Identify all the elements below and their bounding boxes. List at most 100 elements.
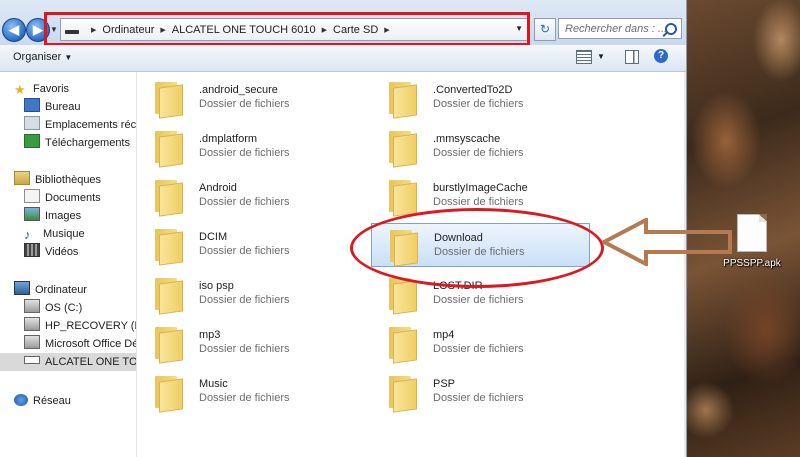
- folder-icon: [155, 229, 183, 266]
- folder-type: Dossier de fichiers: [199, 147, 290, 159]
- sidebar-label: Documents: [45, 192, 101, 204]
- sidebar-group-favorites[interactable]: ★ Favoris: [14, 80, 69, 98]
- sidebar-label: Images: [45, 210, 82, 222]
- folder-type: Dossier de fichiers: [199, 392, 290, 404]
- folder-item[interactable]: DCIM Dossier de fichiers: [137, 223, 353, 267]
- sidebar-item-documents[interactable]: Documents: [24, 189, 101, 207]
- folder-icon: [389, 180, 417, 217]
- folder-icon: [155, 131, 183, 168]
- drive-icon: [24, 299, 40, 313]
- folder-name: .android_secure: [199, 84, 278, 96]
- folder-icon: [389, 376, 417, 413]
- folder-icon: [155, 327, 183, 364]
- sidebar-item-drive-d[interactable]: HP_RECOVERY (D:): [24, 317, 136, 335]
- folder-item[interactable]: iso psp Dossier de fichiers: [137, 272, 353, 316]
- folder-icon: [155, 180, 183, 217]
- drive-icon: [24, 335, 40, 349]
- desktop-file-label: PPSSPP.apk: [723, 258, 781, 269]
- view-dropdown-icon[interactable]: ▼: [597, 52, 605, 61]
- sidebar-label: Bibliothèques: [35, 174, 102, 186]
- folder-icon: [155, 82, 183, 119]
- view-options-icon[interactable]: [576, 50, 592, 64]
- sidebar-item-office[interactable]: Microsoft Office Démarrer: [24, 335, 137, 353]
- folder-name: Android: [199, 182, 237, 194]
- folder-icon: [389, 131, 417, 168]
- folder-item[interactable]: .mmsyscache Dossier de fichiers: [371, 125, 590, 169]
- folder-item[interactable]: .ConvertedTo2D Dossier de fichiers: [371, 76, 590, 120]
- back-button[interactable]: ◀: [2, 18, 26, 42]
- sidebar-label: Emplacements récents: [45, 119, 137, 131]
- desktop-file-apk[interactable]: PPSSPP.apk: [722, 214, 782, 269]
- folder-item[interactable]: mp4 Dossier de fichiers: [371, 321, 590, 365]
- sidebar-group-libraries[interactable]: Bibliothèques: [14, 171, 101, 189]
- chevron-down-icon: ▼: [64, 53, 73, 62]
- preview-pane-icon[interactable]: [625, 50, 639, 64]
- star-icon: ★: [14, 82, 26, 97]
- folder-type: Dossier de fichiers: [199, 98, 290, 110]
- download-highlight-annotation: [350, 208, 604, 288]
- sidebar-label: Favoris: [33, 83, 70, 95]
- folder-icon: [155, 278, 183, 315]
- folder-type: Dossier de fichiers: [433, 196, 524, 208]
- folder-icon: [389, 278, 417, 315]
- library-icon: [14, 171, 30, 185]
- folder-name: PSP: [433, 378, 456, 390]
- sidebar-item-images[interactable]: Images: [24, 207, 81, 225]
- address-highlight-annotation: [44, 12, 530, 46]
- help-icon[interactable]: ?: [654, 49, 668, 63]
- folder-type: Dossier de fichiers: [199, 343, 290, 355]
- navigation-pane: ★ Favoris Bureau Emplacements récents Tél…: [0, 72, 137, 457]
- removable-device-icon: [24, 356, 40, 364]
- folder-item[interactable]: Music Dossier de fichiers: [137, 370, 353, 414]
- sidebar-item-recent[interactable]: Emplacements récents: [24, 116, 137, 134]
- sidebar-item-music[interactable]: ♪ Musique: [24, 225, 85, 243]
- folder-item[interactable]: mp3 Dossier de fichiers: [137, 321, 353, 365]
- sidebar-label: Vidéos: [45, 246, 79, 258]
- folder-name: Music: [199, 378, 228, 390]
- download-icon: [24, 134, 40, 148]
- sidebar-label: HP_RECOVERY (D:): [45, 320, 136, 332]
- sidebar-label: OS (C:): [45, 302, 83, 314]
- music-note-icon: ♪: [24, 227, 31, 242]
- folder-name: .ConvertedTo2D: [433, 84, 513, 96]
- search-icon[interactable]: [665, 23, 677, 35]
- computer-icon: [14, 281, 30, 295]
- file-icon: [737, 214, 767, 252]
- refresh-button[interactable]: ↻: [534, 18, 556, 41]
- sidebar-group-network[interactable]: Réseau: [14, 392, 71, 410]
- folder-name: .dmplatform: [199, 133, 258, 145]
- sidebar-label: Microsoft Office Démarrer: [45, 338, 137, 350]
- sidebar-item-drive-c[interactable]: OS (C:): [24, 299, 82, 317]
- folder-type: Dossier de fichiers: [433, 147, 524, 159]
- folder-item[interactable]: Android Dossier de fichiers: [137, 174, 353, 218]
- folder-name: DCIM: [199, 231, 228, 243]
- documents-icon: [24, 189, 40, 203]
- folder-type: Dossier de fichiers: [433, 392, 524, 404]
- organize-button[interactable]: Organiser ▼: [13, 51, 72, 63]
- sidebar-label: Musique: [43, 228, 85, 240]
- sidebar-item-alcatel[interactable]: ALCATEL ONE TOUCH 6010: [0, 353, 136, 371]
- folder-item[interactable]: .android_secure Dossier de fichiers: [137, 76, 353, 120]
- sidebar-item-videos[interactable]: Vidéos: [24, 243, 78, 261]
- sidebar-label: Téléchargements: [45, 137, 130, 149]
- address-bar-area: ◀ ▶ ▼ ▶ Ordinateur ▶ ALCATEL ONE TOUCH 6…: [0, 0, 686, 46]
- arrow-left-icon: [602, 218, 732, 266]
- sidebar-item-desktop[interactable]: Bureau: [24, 98, 80, 116]
- sidebar-group-computer[interactable]: Ordinateur: [14, 281, 87, 299]
- toolbar: Organiser ▼ ▼ ?: [0, 45, 686, 72]
- folder-item[interactable]: .dmplatform Dossier de fichiers: [137, 125, 353, 169]
- folder-type: Dossier de fichiers: [433, 294, 524, 306]
- folder-icon: [389, 82, 417, 119]
- images-icon: [24, 207, 40, 221]
- sidebar-label: Bureau: [45, 101, 81, 113]
- folder-item[interactable]: PSP Dossier de fichiers: [371, 370, 590, 414]
- folder-type: Dossier de fichiers: [199, 245, 290, 257]
- organize-label: Organiser: [13, 51, 62, 63]
- sidebar-item-downloads[interactable]: Téléchargements: [24, 134, 130, 152]
- folder-type: Dossier de fichiers: [433, 98, 524, 110]
- folder-name: mp4: [433, 329, 455, 341]
- folder-type: Dossier de fichiers: [199, 196, 290, 208]
- folder-icon: [389, 327, 417, 364]
- recent-places-icon: [24, 116, 40, 130]
- folder-name: iso psp: [199, 280, 234, 292]
